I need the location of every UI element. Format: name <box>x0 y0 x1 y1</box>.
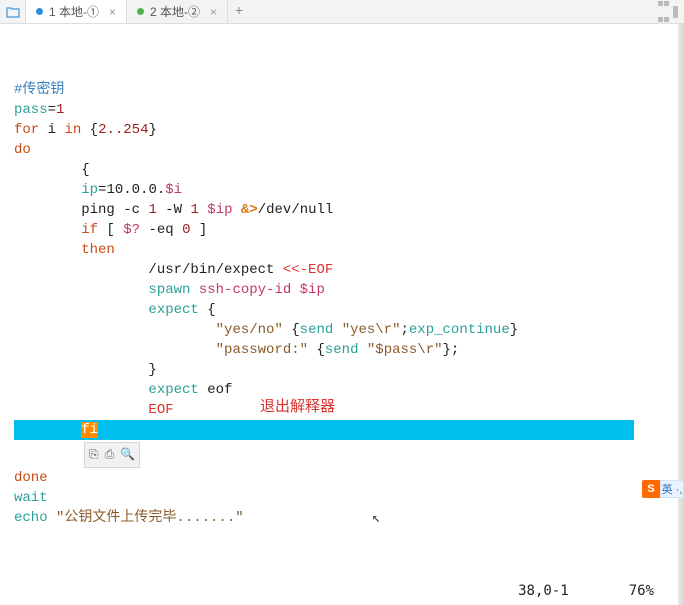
tab-label: 1 本地-① <box>49 3 99 20</box>
kw-done: done <box>14 470 48 486</box>
column-icon[interactable] <box>673 6 678 18</box>
kw-do: do <box>14 142 31 158</box>
cursor-position: 38,0-1 <box>518 583 569 599</box>
kw-for: for <box>14 122 39 138</box>
dot-icon <box>36 8 43 15</box>
ime-logo-icon: S <box>642 480 660 498</box>
tab-bar: 1 本地-① × 2 本地-② × + <box>0 0 684 24</box>
inline-toolbar: ⎘ ⎙🔍 <box>84 442 140 468</box>
var: pass <box>14 102 48 118</box>
close-icon[interactable]: × <box>210 5 217 19</box>
ime-language: 英 ·, <box>660 480 684 498</box>
layout-icons[interactable] <box>651 0 684 23</box>
scroll-percent: 76% <box>629 583 654 599</box>
copy-icon[interactable]: ⎘ <box>89 445 99 465</box>
status-bar: 38,0-1 76% <box>0 583 684 599</box>
kw-wait: wait <box>14 490 48 506</box>
folder-icon[interactable] <box>0 0 26 23</box>
search-icon[interactable]: 🔍 <box>120 445 135 465</box>
comment: #传密钥 <box>14 82 64 98</box>
highlighted-line: fi <box>14 420 634 440</box>
code-editor[interactable]: #传密钥 pass=1 for i in {2..254} do { ip=10… <box>0 24 684 538</box>
kw-fi: fi <box>81 422 98 438</box>
close-icon[interactable]: × <box>109 5 116 19</box>
tab-2[interactable]: 2 本地-② × <box>127 0 228 23</box>
new-tab-button[interactable]: + <box>228 0 250 23</box>
tab-label: 2 本地-② <box>150 3 200 20</box>
edit-icon[interactable]: ⎙ <box>105 445 115 465</box>
dot-icon <box>137 8 144 15</box>
annotation-label: 退出解释器 <box>260 395 335 416</box>
tab-1[interactable]: 1 本地-① × <box>26 0 127 23</box>
ime-badge[interactable]: S 英 ·, <box>642 480 684 498</box>
